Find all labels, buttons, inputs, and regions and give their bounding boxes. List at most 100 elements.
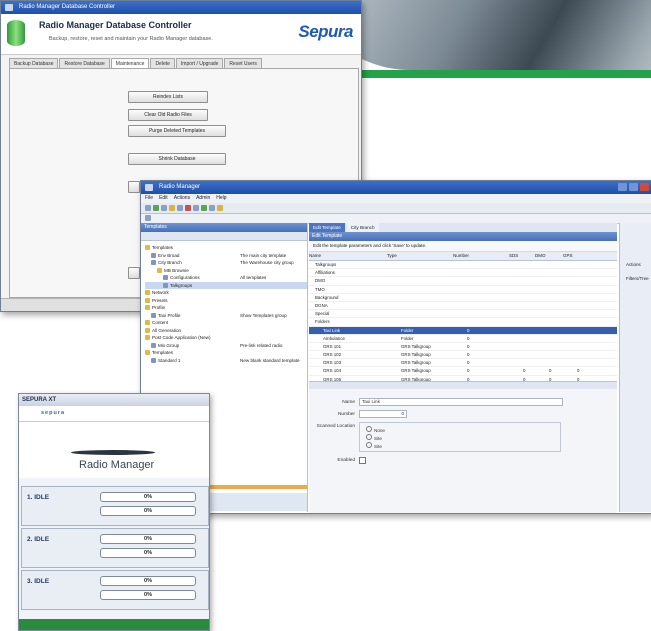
tree-item[interactable]: Templates <box>145 349 307 357</box>
cell-sds <box>515 294 541 301</box>
tree-item-selected[interactable]: Talkgroups <box>145 281 307 289</box>
table-row[interactable]: DMO <box>309 277 617 286</box>
template-icon <box>151 342 156 348</box>
maximize-icon[interactable] <box>629 183 638 191</box>
filter-icon[interactable] <box>145 215 151 221</box>
table-row[interactable]: TMO <box>309 286 617 294</box>
tree-item[interactable]: Templates <box>145 244 307 252</box>
minimize-icon[interactable] <box>618 183 627 191</box>
tree-item[interactable]: Env Broad The main city template <box>145 252 307 260</box>
table-row[interactable]: Talkgroups <box>309 261 617 270</box>
cell-number <box>459 310 515 317</box>
tab-edit-template[interactable]: Edit Template <box>309 223 345 232</box>
table-row[interactable]: Folders <box>309 318 617 327</box>
cell-dmo <box>549 359 577 366</box>
cell-number <box>459 302 515 309</box>
refresh-icon[interactable] <box>201 205 207 211</box>
tree-item[interactable]: Standard 1 New blank standard template <box>145 357 307 365</box>
side-button-2[interactable] <box>128 267 140 279</box>
col-number[interactable]: Number <box>453 252 509 260</box>
col-sds[interactable]: SDS <box>509 252 535 260</box>
sepura-brand: sepura <box>41 410 66 416</box>
settings-icon[interactable] <box>217 205 223 211</box>
tree-item[interactable]: MB Brownie <box>145 267 307 275</box>
table-row[interactable]: GRS 104 GRS Talkgroup 0 0 0 0 <box>309 367 617 376</box>
radio-slot-1: 1. IDLE 0% 0% <box>21 486 209 526</box>
enabled-checkbox[interactable] <box>359 457 366 464</box>
cell-type <box>393 269 459 276</box>
purge-deleted-templates-button[interactable]: Purge Deleted Templates <box>128 125 226 137</box>
db-controller-heading: Radio Manager Database Controller <box>39 20 192 30</box>
col-dmo[interactable]: DMO <box>535 252 563 260</box>
tree-item[interactable]: All Generation <box>145 327 307 335</box>
progress-bar: 0% <box>100 576 196 586</box>
col-name[interactable]: Name <box>309 252 387 260</box>
close-icon[interactable] <box>640 183 649 191</box>
cell-dmo <box>541 302 569 309</box>
template-tree: Templates Env Broad The main city templat… <box>141 241 307 364</box>
radio-icon <box>366 426 372 432</box>
db-controller-subtitle: Backup, restore, reset and maintain your… <box>49 36 213 42</box>
tree-pane-header: Templates <box>141 223 307 232</box>
tree-item[interactable]: Mix Group Pre-link related radio <box>145 342 307 350</box>
clear-old-radio-files-button[interactable]: Clear Old Radio Files <box>128 109 208 121</box>
folder-icon[interactable] <box>169 205 175 211</box>
cell-gps <box>569 269 595 276</box>
option-site-2[interactable]: Site <box>366 442 382 449</box>
name-field[interactable]: Taxi Link <box>359 398 563 406</box>
open-icon[interactable] <box>161 205 167 211</box>
table-row[interactable]: GRS 102 GRS Talkgroup 0 <box>309 351 617 360</box>
filters-item[interactable]: Filters/Tree <box>620 275 651 283</box>
option-none[interactable]: None <box>366 426 385 433</box>
table-row[interactable]: DGNA <box>309 302 617 311</box>
shrink-database-button[interactable]: Shrink Database <box>128 153 226 165</box>
cut-icon[interactable] <box>177 205 183 211</box>
tree-item[interactable]: Content <box>145 319 307 327</box>
tree-item[interactable]: Taxi Profile Show Templates group <box>145 312 307 320</box>
col-type[interactable]: Type <box>387 252 453 260</box>
table-row[interactable]: Ambulance Folder 0 <box>309 335 617 343</box>
cell-name: GRS 103 <box>323 360 342 366</box>
tree-item[interactable]: Post Code Application (New) <box>145 334 307 342</box>
tree-item[interactable]: Profile <box>145 304 307 312</box>
menu-help[interactable]: Help <box>216 194 226 203</box>
radio-manager-titlebar: Radio Manager <box>141 181 651 194</box>
side-button[interactable] <box>128 181 140 193</box>
table-row[interactable]: GRS 101 GRS Talkgroup 0 <box>309 343 617 352</box>
save-icon[interactable] <box>153 205 159 211</box>
menu-admin[interactable]: Admin <box>196 194 210 203</box>
app-status-bar <box>19 619 209 630</box>
tree-item[interactable]: Network <box>145 289 307 297</box>
cell-sds: 0 <box>523 368 526 374</box>
folder-icon <box>145 297 150 303</box>
tab-city-branch[interactable]: City Branch <box>346 223 379 232</box>
new-icon[interactable] <box>145 205 151 211</box>
cell-name: TMO <box>315 286 325 292</box>
template-grid: Name Type Number SDS DMO GPS Talkgroups A… <box>309 252 617 402</box>
table-row[interactable]: Affiliations <box>309 269 617 278</box>
menu-file[interactable]: File <box>145 194 153 203</box>
tree-item[interactable]: Configurations All templates <box>145 274 307 282</box>
cell-type: GRS Talkgroup <box>401 360 431 366</box>
option-site[interactable]: Site <box>366 434 382 441</box>
cell-number: 0 <box>467 343 470 349</box>
table-row[interactable]: Taxi Link Folder 0 <box>309 326 617 335</box>
menu-actions[interactable]: Actions <box>174 194 190 203</box>
delete-icon[interactable] <box>185 205 191 211</box>
menu-edit[interactable]: Edit <box>159 194 168 203</box>
number-field[interactable]: 0 <box>359 410 407 418</box>
folder-icon <box>145 335 150 340</box>
tree-item[interactable]: Presets <box>145 297 307 305</box>
search-icon[interactable] <box>209 205 215 211</box>
template-icon <box>163 275 168 280</box>
table-row[interactable]: Special <box>309 310 617 319</box>
edit-template-subtitle: Edit the template parameters and click '… <box>309 241 617 252</box>
cell-sds <box>523 351 549 358</box>
table-row[interactable]: Background <box>309 294 617 302</box>
col-gps[interactable]: GPS <box>563 252 589 260</box>
copy-icon[interactable] <box>193 205 199 211</box>
tree-item[interactable]: City Branch The Warehouse city group <box>145 259 307 267</box>
reindex-lists-button[interactable]: Reindex Lists <box>128 91 208 103</box>
table-row[interactable]: GRS 103 GRS Talkgroup 0 <box>309 359 617 368</box>
actions-item[interactable]: Actions <box>620 261 651 269</box>
